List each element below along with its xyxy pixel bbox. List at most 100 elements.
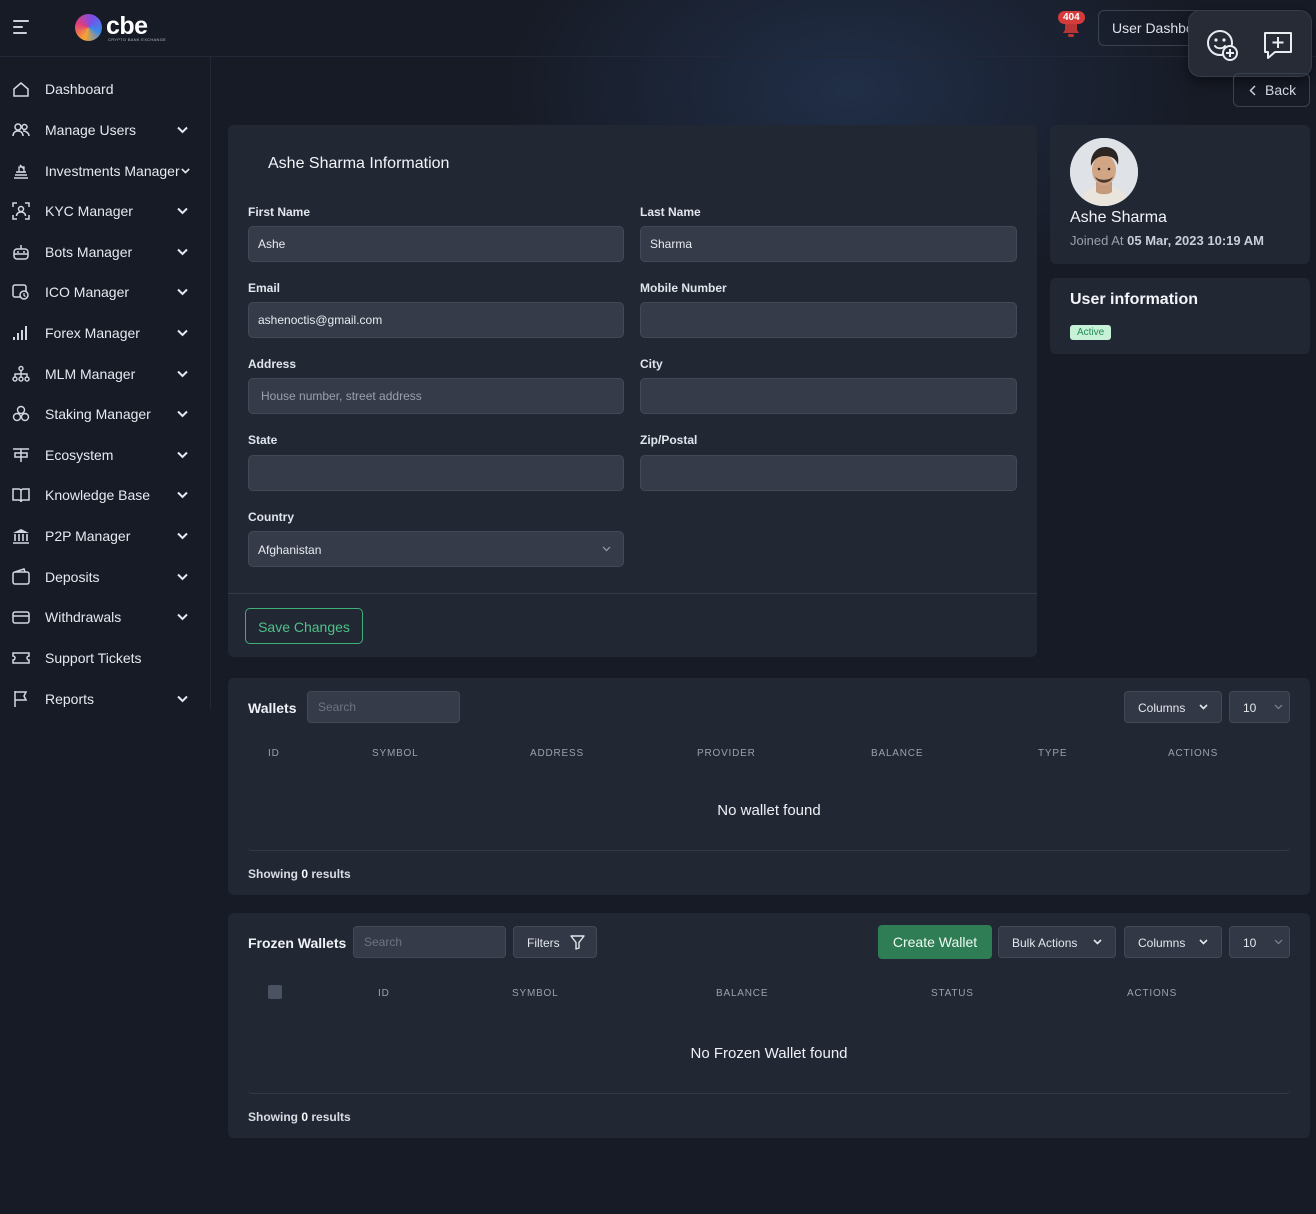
menu-toggle-icon[interactable] (13, 20, 29, 34)
sidebar-item-kyc-manager[interactable]: KYC Manager (0, 191, 200, 231)
wallets-search-input[interactable] (307, 691, 460, 723)
kyc-icon (12, 202, 30, 220)
wallets-columns-button[interactable]: Columns (1124, 691, 1222, 723)
sidebar-item-manage-users[interactable]: Manage Users (0, 110, 200, 150)
coins-stack-icon (12, 405, 30, 422)
top-bar: cbe CRYPTO BANK EXCHANGE 404 User Dashbo… (0, 0, 1316, 57)
sidebar-item-deposits[interactable]: Deposits (0, 557, 200, 597)
frozen-columns-button[interactable]: Columns (1124, 926, 1222, 958)
brand-logo[interactable]: cbe CRYPTO BANK EXCHANGE (75, 12, 185, 44)
last-name-input[interactable] (640, 226, 1017, 262)
sidebar-item-label: Ecosystem (45, 447, 114, 463)
wallets-per-page-select[interactable]: 10 (1229, 691, 1290, 723)
column-header[interactable]: STATUS (931, 988, 974, 999)
sidebar-item-ico-manager[interactable]: ICO Manager (0, 272, 200, 312)
bulk-actions-button[interactable]: Bulk Actions (998, 926, 1116, 958)
select-all-checkbox[interactable] (268, 985, 282, 999)
column-header[interactable]: BALANCE (871, 748, 923, 759)
filters-button[interactable]: Filters (513, 926, 597, 958)
status-badge: Active (1070, 325, 1112, 340)
column-header[interactable]: ADDRESS (530, 748, 584, 759)
per-page-value: 10 (1243, 936, 1257, 950)
sidebar-item-staking-manager[interactable]: Staking Manager (0, 394, 200, 434)
add-emoji-icon[interactable] (1205, 28, 1239, 62)
address-input[interactable] (248, 378, 624, 414)
sidebar-item-dashboard[interactable]: Dashboard (0, 69, 200, 109)
city-input[interactable] (640, 378, 1017, 414)
profile-name: Ashe Sharma (1070, 209, 1167, 226)
joined-prefix: Joined At (1070, 233, 1124, 248)
mobile-input[interactable] (640, 302, 1017, 338)
notification-badge: 404 (1058, 11, 1085, 24)
sidebar-item-reports[interactable]: Reports (0, 679, 200, 719)
columns-label: Columns (1138, 701, 1186, 715)
email-label: Email (248, 281, 281, 295)
column-header[interactable]: ACTIONS (1168, 748, 1218, 759)
avatar-image (1070, 138, 1138, 206)
frozen-wallets-search-input[interactable] (353, 926, 506, 958)
chevron-down-icon (181, 168, 190, 174)
filter-icon (570, 935, 585, 950)
joined-date: 05 Mar, 2023 10:19 AM (1127, 233, 1264, 248)
sidebar-item-knowledge-base[interactable]: Knowledge Base (0, 475, 200, 515)
frozen-wallets-title: Frozen Wallets (248, 935, 347, 951)
flag-icon (14, 691, 28, 707)
showing-count: 0 (301, 1110, 309, 1124)
chevron-down-icon (1093, 939, 1102, 945)
sidebar-item-forex-manager[interactable]: Forex Manager (0, 313, 200, 353)
sidebar-item-p2p-manager[interactable]: P2P Manager (0, 516, 200, 556)
frozen-wallets-table-card: Frozen Wallets Filters Create Wallet Bul… (228, 913, 1310, 1138)
sidebar-item-ecosystem[interactable]: Ecosystem (0, 435, 200, 475)
sidebar-item-label: ICO Manager (45, 284, 130, 300)
column-header[interactable]: ID (268, 748, 280, 759)
address-label: Address (248, 357, 297, 371)
email-input[interactable] (248, 302, 624, 338)
column-header[interactable]: SYMBOL (512, 988, 558, 999)
bank-icon (13, 529, 29, 544)
column-header[interactable]: BALANCE (716, 988, 768, 999)
column-header[interactable]: TYPE (1038, 748, 1067, 759)
column-header[interactable]: SYMBOL (372, 748, 418, 759)
country-select[interactable]: Afghanistan (248, 531, 624, 567)
country-label: Country (248, 510, 294, 524)
sidebar-item-label: Bots Manager (45, 244, 133, 260)
sidebar-item-withdrawals[interactable]: Withdrawals (0, 597, 200, 637)
first-name-input[interactable] (248, 226, 624, 262)
investments-icon (14, 164, 28, 179)
column-header[interactable]: ACTIONS (1127, 988, 1177, 999)
chevron-down-icon (1274, 939, 1283, 945)
add-comment-icon[interactable] (1261, 28, 1295, 62)
home-icon (13, 82, 29, 97)
sidebar-item-investments-manager[interactable]: Investments Manager (0, 151, 200, 191)
sidebar-item-bots-manager[interactable]: Bots Manager (0, 232, 200, 272)
profile-card: Ashe Sharma Joined At 05 Mar, 2023 10:19… (1050, 125, 1310, 264)
save-changes-button[interactable]: Save Changes (245, 608, 363, 644)
sidebar-item-label: MLM Manager (45, 366, 136, 382)
back-button[interactable]: Back (1233, 73, 1310, 107)
column-header[interactable]: PROVIDER (697, 748, 756, 759)
brand-tagline: CRYPTO BANK EXCHANGE (108, 37, 167, 42)
create-wallet-button[interactable]: Create Wallet (878, 925, 992, 959)
last-name-label: Last Name (640, 205, 701, 219)
wallets-empty-message: No wallet found (717, 802, 821, 819)
chevron-down-icon (1199, 939, 1208, 945)
chevron-down-icon (1199, 704, 1208, 710)
chevron-down-icon (177, 248, 188, 256)
user-information-card: User information Active (1050, 278, 1310, 354)
sidebar-item-label: Deposits (45, 569, 100, 585)
column-header[interactable]: ID (378, 988, 390, 999)
sidebar-item-label: Knowledge Base (45, 487, 151, 503)
per-page-value: 10 (1243, 701, 1257, 715)
frozen-per-page-select[interactable]: 10 (1229, 926, 1290, 958)
frozen-wallets-results-count: Showing 0 results (248, 1110, 351, 1124)
sidebar-item-support-tickets[interactable]: Support Tickets (0, 638, 200, 678)
sidebar-item-mlm-manager[interactable]: MLM Manager (0, 354, 200, 394)
country-selected-value: Afghanistan (258, 543, 322, 557)
ico-icon (12, 284, 29, 300)
chevron-down-icon (177, 370, 188, 378)
state-input[interactable] (248, 455, 624, 491)
chevron-left-icon (1249, 85, 1256, 96)
zip-label: Zip/Postal (640, 433, 698, 447)
zip-input[interactable] (640, 455, 1017, 491)
chevron-down-icon (602, 546, 611, 552)
